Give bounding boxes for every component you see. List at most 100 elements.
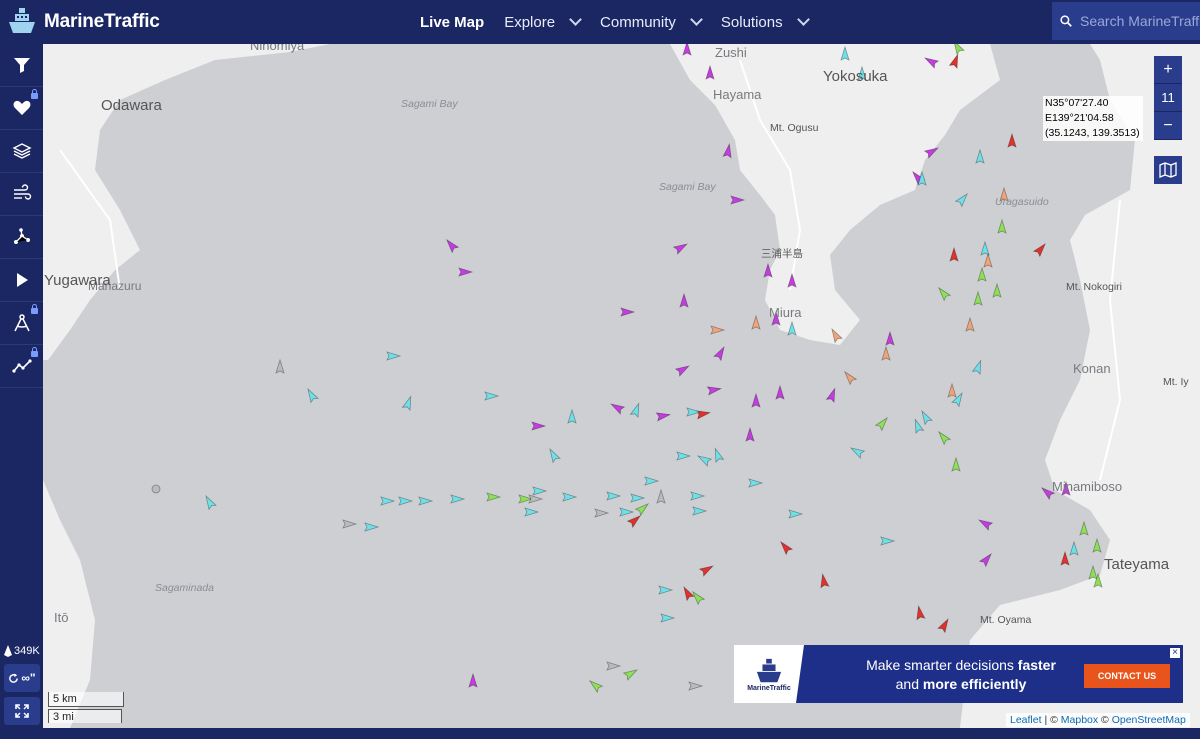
nav-solutions[interactable]: Solutions [720,13,810,31]
top-navigation-bar: MarineTraffic Live Map Explore Community… [0,0,1200,44]
ad-banner[interactable]: MarineTraffic Make smarter decisions fas… [734,645,1183,703]
ad-main-panel: Make smarter decisions faster and more e… [796,645,1183,703]
fullscreen-button[interactable] [4,697,40,725]
mapbox-link[interactable]: Mapbox [1061,714,1098,726]
contact-us-button[interactable]: CONTACT US [1084,664,1170,688]
nav-explore-label: Explore [504,13,556,31]
refresh-icon [9,672,19,683]
nav-live-map[interactable]: Live Map [420,14,484,31]
lock-icon [31,347,38,357]
main-nav: Live Map Explore Community Solutions [420,0,810,44]
map-label-ninomiya: Ninomiya [250,44,305,53]
expand-icon [15,704,29,718]
wind-icon [13,184,31,200]
map-scale: 5 km 3 mi [48,692,124,723]
nav-community[interactable]: Community [600,13,703,31]
attrib-sep-2: © [1101,714,1112,726]
ad-logo-text: MarineTraffic [747,684,791,692]
ad-line1-pre: Make smarter decisions [866,657,1018,673]
ad-line2-pre: and [895,676,923,692]
app-logo[interactable]: MarineTraffic [6,6,160,38]
chart-icon [11,359,32,373]
zoom-in-button[interactable]: + [1154,56,1182,84]
refresh-rate-label: ∞" [21,671,36,685]
map-label-hayama: Hayama [713,87,762,102]
weather-button[interactable] [0,173,43,216]
chevron-down-icon [569,13,582,26]
zoom-controls: + 11 − [1154,56,1182,140]
bottom-strip [43,728,1200,739]
chevron-down-icon [690,13,703,26]
compass-icon [13,314,30,332]
ad-logo: MarineTraffic [734,645,804,703]
map-label-uragasuido: Uragasuido [995,196,1049,208]
filter-icon [13,58,30,73]
map-label-sagaminada: Sagaminada [155,582,214,594]
vessel-marker-unknown[interactable] [151,484,161,494]
map-label-konan: Konan [1073,361,1111,376]
app-name: MarineTraffic [44,11,160,32]
heart-icon [13,100,30,115]
osm-link[interactable]: OpenStreetMap [1112,714,1186,726]
coord-lat: N35°07'27.40 [1045,97,1109,109]
map-label-mt-iyo: Mt. Iy [1163,376,1189,388]
refresh-rate-button[interactable]: ∞" [4,664,40,692]
scale-km: 5 km [48,692,124,707]
ship-icon [4,645,12,657]
play-icon [16,273,28,287]
nav-community-label: Community [600,13,676,31]
map-label-odawara: Odawara [101,97,162,114]
density-button[interactable] [0,216,43,259]
nav-live-map-label: Live Map [420,13,485,31]
live-map[interactable]: Ninomiya Zushi Yokosuka Odawara Sagami B… [43,44,1200,728]
attrib-sep-1: | © [1044,714,1061,726]
map-label-mt-nokogiri: Mt. Nokogiri [1066,281,1123,293]
map-label-yugawara: Yugawara [44,272,111,289]
vessel-count-value: 349K [14,645,40,657]
ship-logo-icon [756,658,782,682]
search-input[interactable] [1080,13,1200,29]
map-label-ito: Itō [54,610,69,625]
map-label-zushi: Zushi [715,45,747,60]
map-label-mt-oyama: Mt. Oyama [980,614,1032,626]
playback-button[interactable] [0,259,43,302]
nav-solutions-label: Solutions [720,13,783,31]
ad-line1-bold: faster [1017,657,1056,673]
map-label-sagami-bay-2: Sagami Bay [659,181,716,193]
map-type-button[interactable] [1154,156,1182,184]
map-attribution: Leaflet | © Mapbox © OpenStreetMap [1006,713,1190,727]
map-label-miura-peninsula: 三浦半島 [761,248,803,260]
cursor-coordinates: N35°07'27.40 E139°21'04.58 (35.1243, 139… [1043,96,1143,141]
layers-button[interactable] [0,130,43,173]
map-icon [1159,162,1177,178]
analytics-button[interactable] [0,345,43,388]
lock-icon [31,304,38,314]
map-label-sagami-bay: Sagami Bay [401,98,458,110]
filters-button[interactable] [0,44,43,87]
ship-logo-icon [9,8,35,33]
zoom-out-button[interactable]: − [1154,112,1182,140]
map-label-miura: Miura [769,305,802,320]
my-fleets-button[interactable] [0,87,43,130]
chevron-down-icon [796,13,810,26]
network-icon [13,228,30,244]
search-box[interactable] [1052,2,1200,40]
map-label-mt-ogusu: Mt. Ogusu [770,122,819,134]
vessel-count: 349K [4,645,40,657]
zoom-level: 11 [1154,84,1182,112]
ad-message: Make smarter decisions faster and more e… [846,656,1076,694]
lock-icon [31,89,38,99]
ad-close-button[interactable]: × [1169,647,1181,659]
layers-icon [11,143,32,159]
coord-lon: E139°21'04.58 [1045,112,1114,124]
map-tools-sidebar: 349K ∞" [0,44,43,739]
map-label-yokosuka: Yokosuka [823,68,888,85]
ad-line2-bold: more efficiently [922,676,1027,692]
leaflet-link[interactable]: Leaflet [1010,714,1042,726]
map-label-minamiboso: Minamiboso [1052,479,1123,494]
coord-decimal: (35.1243, 139.3513) [1045,127,1140,139]
measure-button[interactable] [0,302,43,345]
nav-explore[interactable]: Explore [504,13,582,31]
scale-mi: 3 mi [48,709,122,723]
search-icon [1060,15,1072,27]
